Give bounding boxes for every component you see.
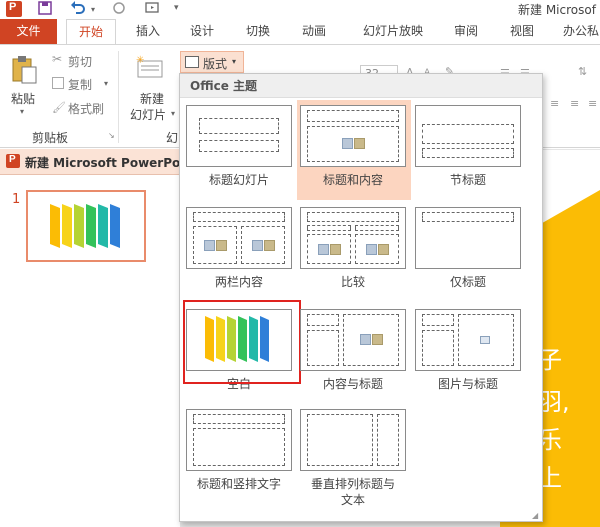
layout-gallery-dropdown: Office 主题 标题幻灯片 标题和内容 节标题 两栏内容 比较 仅标题 空白… (179, 73, 543, 522)
paste-icon[interactable] (10, 55, 38, 85)
layout-name: 图片与标题 (437, 377, 498, 391)
document-name: 新建 Microsoft PowerPo (25, 156, 181, 170)
slideshow-icon[interactable] (145, 1, 161, 17)
tab-slideshow[interactable]: 幻灯片放映 (352, 19, 434, 44)
layout-thumbnail (186, 409, 292, 471)
justify-icon[interactable]: ≡ (570, 97, 579, 110)
paste-dropdown-icon[interactable]: ▾ (20, 107, 24, 116)
group-divider (118, 51, 119, 143)
customize-quick-access-icon[interactable]: ▾ (174, 3, 179, 13)
tab-view[interactable]: 视图 (500, 19, 544, 44)
layout-name: 比较 (340, 275, 365, 289)
layout-thumbnail (415, 207, 521, 269)
tab-transitions[interactable]: 切换 (236, 19, 280, 44)
layout-name: 标题和内容 (322, 173, 383, 187)
layout-name: 标题和竖排文字 (196, 477, 281, 491)
slide-thumbnail-1[interactable] (26, 190, 146, 262)
align-right-icon[interactable]: ≡ (550, 97, 559, 110)
tab-design[interactable]: 设计 (180, 19, 224, 44)
slide-panel-header: P 新建 Microsoft PowerPo (0, 149, 180, 175)
layout-thumbnail (300, 105, 406, 167)
cut-icon[interactable]: ✂ (52, 52, 62, 66)
layout-icon (185, 56, 199, 68)
copy-dropdown-icon[interactable]: ▾ (104, 79, 108, 88)
tab-home[interactable]: 开始 (66, 19, 116, 44)
text-direction-icon[interactable]: ⇅ (578, 65, 587, 78)
new-slide-label-line2[interactable]: 幻灯片 (130, 106, 166, 123)
layout-name: 内容与标题 (322, 377, 383, 391)
layout-thumbnail (415, 105, 521, 167)
distribute-icon[interactable]: ≡ (588, 97, 597, 110)
copy-button[interactable]: 复制 (68, 76, 92, 93)
clipboard-launcher-icon[interactable]: ↘ (108, 131, 115, 140)
paste-button[interactable]: 粘贴 (11, 90, 35, 107)
thumbnail-banner-graphic (50, 204, 120, 248)
powerpoint-file-icon: P (6, 154, 20, 168)
tab-office-plugin[interactable]: 办公私 (556, 19, 600, 44)
gallery-header: Office 主题 (180, 74, 542, 98)
layout-name: 仅标题 (449, 275, 486, 289)
layout-name: 标题幻灯片 (208, 173, 269, 187)
ribbon-tabs: 文件 开始 插入 设计 切换 动画 幻灯片放映 审阅 视图 办公私 (0, 19, 600, 44)
tab-animations[interactable]: 动画 (292, 19, 336, 44)
highlight-box (183, 300, 301, 384)
cut-button[interactable]: 剪切 (68, 53, 92, 70)
layout-thumbnail (300, 409, 406, 471)
format-painter-button[interactable]: 格式刷 (68, 100, 104, 117)
layout-thumbnail (300, 309, 406, 371)
powerpoint-logo-icon: P (6, 1, 22, 17)
layout-name: 两栏内容 (214, 275, 263, 289)
layout-name: 垂直排列标题与 (310, 477, 395, 491)
format-painter-icon[interactable]: 🖌 (52, 101, 66, 114)
tab-file[interactable]: 文件 (0, 19, 57, 44)
title-bar: P ▾ ▾ 新建 Microsof (0, 0, 600, 18)
window-title: 新建 Microsof (518, 3, 596, 17)
copy-icon[interactable] (52, 77, 64, 89)
layout-thumbnail (186, 207, 292, 269)
slides-group-label: 幻 (166, 131, 179, 145)
layout-thumbnail (300, 207, 406, 269)
layout-button[interactable]: 版式 ▾ (180, 51, 244, 73)
undo-dropdown-icon[interactable]: ▾ (91, 5, 95, 14)
resize-grip-icon[interactable]: ◢ (532, 511, 538, 520)
tab-review[interactable]: 审阅 (444, 19, 488, 44)
new-slide-label-line1[interactable]: 新建 (140, 90, 164, 107)
layout-name-line2: 文本 (340, 493, 365, 507)
save-icon[interactable] (38, 1, 54, 17)
picture-placeholder-icon (480, 336, 490, 344)
svg-text:✳: ✳ (136, 55, 144, 66)
layout-thumbnail (415, 309, 521, 371)
tab-insert[interactable]: 插入 (126, 19, 170, 44)
layout-name: 节标题 (449, 173, 486, 187)
layout-button-label: 版式 (203, 57, 228, 71)
clipboard-group-label: 剪贴板 (32, 131, 69, 145)
layout-thumbnail (186, 105, 292, 167)
undo-icon[interactable] (70, 1, 86, 17)
new-slide-dropdown-icon[interactable]: ▾ (171, 109, 175, 118)
redo-icon[interactable] (112, 1, 128, 17)
slide-number: 1 (12, 192, 21, 207)
new-slide-icon[interactable]: ✳ (136, 55, 166, 79)
layout-dropdown-icon: ▾ (232, 57, 237, 66)
